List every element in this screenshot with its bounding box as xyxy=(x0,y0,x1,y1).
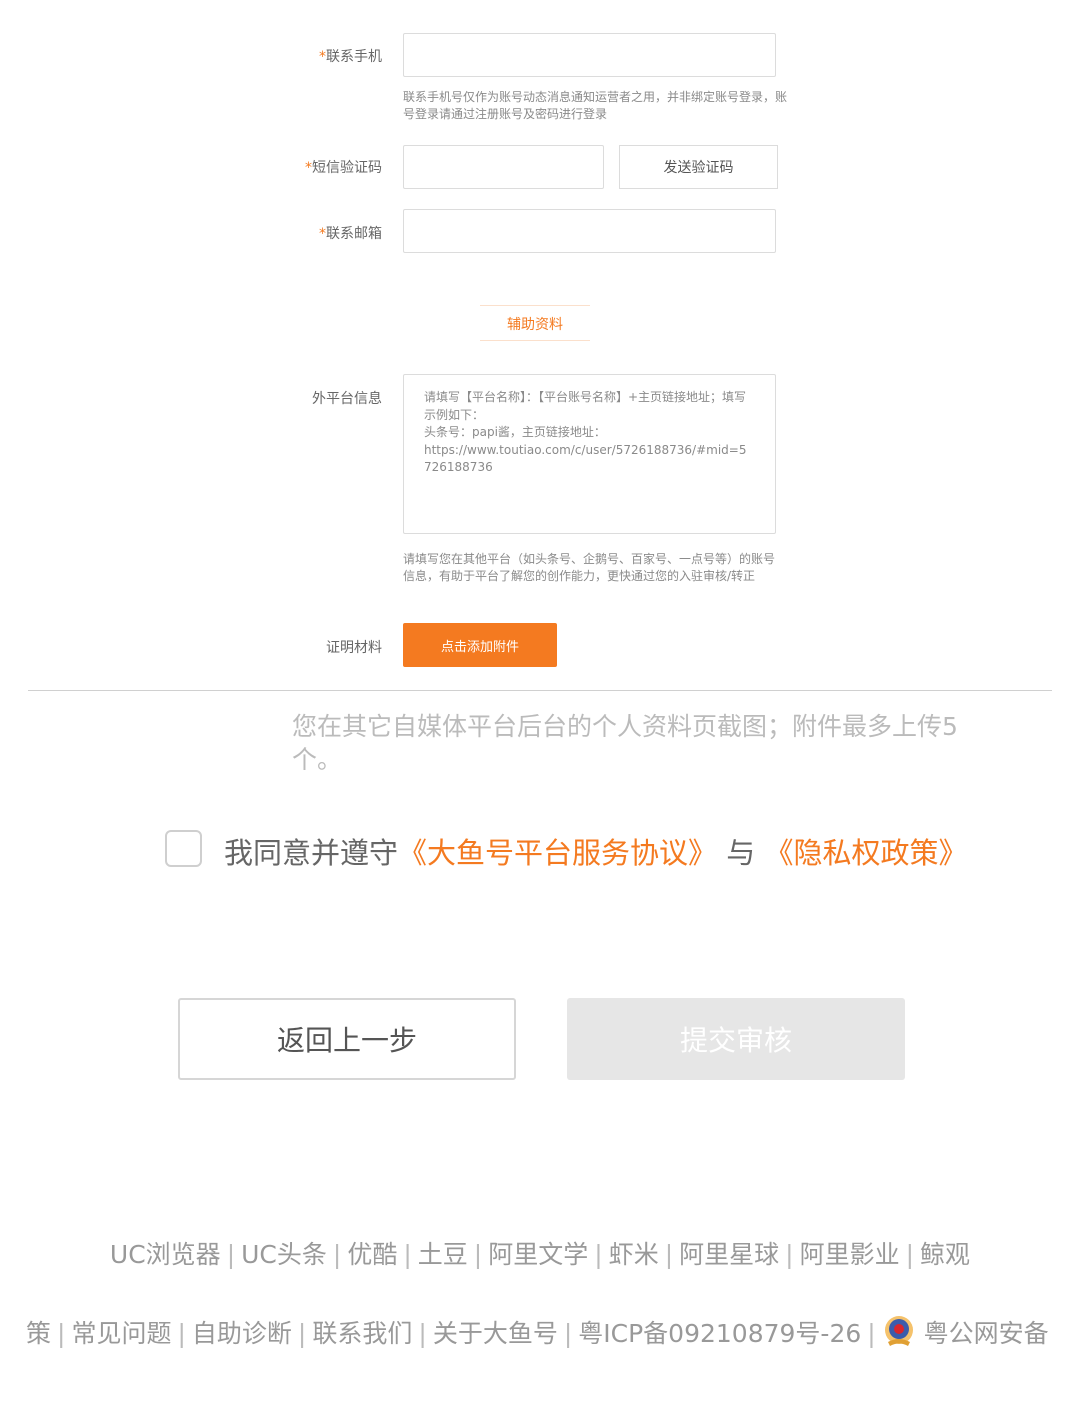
section-divider-top xyxy=(480,305,590,306)
sms-code-input[interactable] xyxy=(403,145,604,189)
external-placeholder: 请填写【平台名称】：【平台账号名称】+主页链接地址；填写示例如下： 头条号：pa… xyxy=(424,390,747,474)
footer-link-about[interactable]: 关于大鱼号 xyxy=(433,1319,558,1348)
footer-link-icp[interactable]: 粤ICP备09210879号-26 xyxy=(578,1319,861,1348)
service-agreement-link[interactable]: 《大鱼号平台服务协议》 xyxy=(398,836,717,870)
external-textarea[interactable]: 请填写【平台名称】：【平台账号名称】+主页链接地址；填写示例如下： 头条号：pa… xyxy=(403,374,776,534)
sms-label: *短信验证码 xyxy=(305,160,382,176)
email-input[interactable] xyxy=(403,209,776,253)
footer-link-ali-literature[interactable]: 阿里文学 xyxy=(488,1240,588,1269)
footer-link-policy[interactable]: 策 xyxy=(26,1319,51,1348)
phone-label: *联系手机 xyxy=(319,49,382,65)
external-label: 外平台信息 xyxy=(312,391,382,407)
agree-checkbox[interactable] xyxy=(165,830,202,867)
footer-link-ali-pictures[interactable]: 阿里影业 xyxy=(800,1240,900,1269)
zoom-divider xyxy=(28,690,1052,691)
privacy-policy-link[interactable]: 《隐私权政策》 xyxy=(764,836,967,870)
send-code-button[interactable]: 发送验证码 xyxy=(619,145,778,189)
footer-row-1: UC浏览器 | UC头条 | 优酷 | 土豆 | 阿里文学 | 虾米 | 阿里星球 | 阿里影业 | 鲸观 xyxy=(109,1240,971,1269)
attachment-hint: 您在其它自媒体平台后台的个人资料页截图；附件最多上传5个。 xyxy=(292,712,958,774)
submit-review-button[interactable]: 提交审核 xyxy=(567,998,905,1080)
external-hint: 请填写您在其他平台（如头条号、企鹅号、百家号、一点号等）的账号信息，有助于平台了… xyxy=(403,552,776,583)
footer-link-faq[interactable]: 常见问题 xyxy=(71,1319,171,1348)
back-button[interactable]: 返回上一步 xyxy=(178,998,516,1080)
add-attachment-button[interactable]: 点击添加附件 xyxy=(403,623,557,667)
footer-link-jingguan[interactable]: 鲸观 xyxy=(920,1240,970,1269)
footer-link-ali-planet[interactable]: 阿里星球 xyxy=(679,1240,779,1269)
footer-link-tudou[interactable]: 土豆 xyxy=(418,1240,468,1269)
footer-link-uc-browser[interactable]: UC浏览器 xyxy=(110,1240,221,1269)
email-label: *联系邮箱 xyxy=(319,226,382,242)
phone-hint: 联系手机号仅作为账号动态消息通知运营者之用，并非绑定账号登录，账号登录请通过注册… xyxy=(403,90,788,121)
section-divider-bottom xyxy=(480,340,590,341)
agreement-text: 我同意并遵守《大鱼号平台服务协议》 与 《隐私权政策》 xyxy=(224,836,968,870)
section-title: 辅助资料 xyxy=(507,317,563,333)
footer-row-2: 策 | 常见问题 | 自助诊断 | 联系我们 | 关于大鱼号 | 粤ICP备09210879号-26… xyxy=(26,1314,1080,1350)
footer-link-youku[interactable]: 优酷 xyxy=(347,1240,397,1269)
police-badge-icon xyxy=(882,1314,916,1348)
footer-link-xiami[interactable]: 虾米 xyxy=(609,1240,659,1269)
phone-input[interactable] xyxy=(403,33,776,77)
footer-link-police-record[interactable]: 粤公网安备 xyxy=(924,1319,1049,1348)
footer-link-contact[interactable]: 联系我们 xyxy=(312,1319,412,1348)
footer-link-self-diagnosis[interactable]: 自助诊断 xyxy=(192,1319,292,1348)
proof-label: 证明材料 xyxy=(326,640,382,656)
footer-link-uc-toutiao[interactable]: UC头条 xyxy=(241,1240,327,1269)
